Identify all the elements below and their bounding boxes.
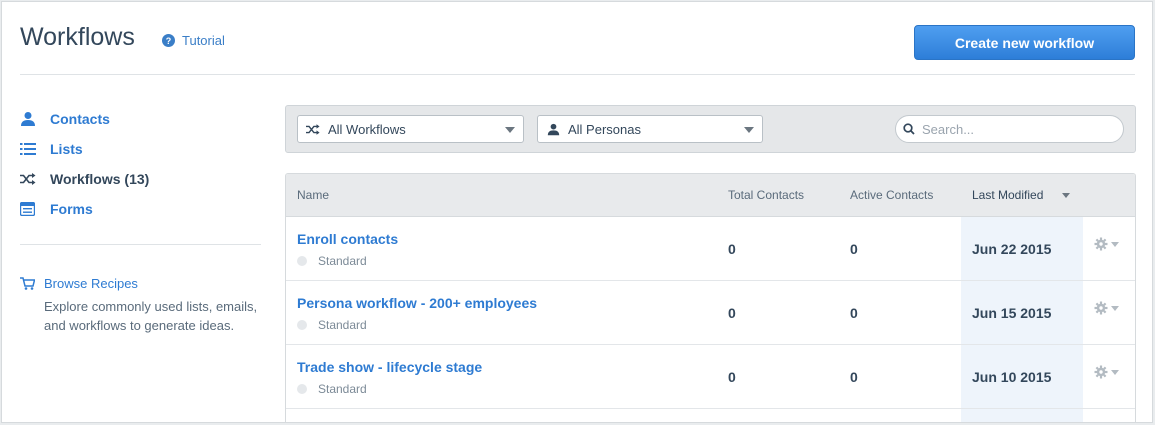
tutorial-link[interactable]: ? Tutorial	[162, 33, 225, 48]
row-actions-menu[interactable]	[1094, 365, 1119, 379]
gear-icon	[1094, 301, 1108, 315]
chevron-down-icon	[505, 127, 515, 133]
column-header-name[interactable]: Name	[297, 188, 329, 202]
active-contacts-value: 0	[850, 241, 858, 257]
column-header-total-contacts[interactable]: Total Contacts	[728, 188, 804, 202]
sidebar-item-workflows[interactable]: Workflows (13)	[20, 164, 262, 194]
workflow-type-label: Standard	[318, 318, 367, 332]
sidebar-divider	[20, 244, 261, 245]
sidebar-item-label: Forms	[50, 201, 93, 217]
tutorial-label: Tutorial	[182, 33, 225, 48]
workflow-filter-value: All Workflows	[328, 121, 406, 137]
column-header-last-modified[interactable]: Last Modified	[972, 188, 1043, 202]
app-window: Workflows ? Tutorial Create new workflow…	[1, 1, 1153, 423]
last-modified-value: Jun 15 2015	[972, 305, 1052, 321]
create-workflow-button[interactable]: Create new workflow	[914, 25, 1135, 60]
table-row: Persona workflow - 200+ employees Standa…	[286, 281, 1135, 345]
workflow-type: Standard	[297, 254, 367, 268]
workflows-table: Name Total Contacts Active Contacts Last…	[285, 173, 1136, 422]
workflow-name-link[interactable]: Trade show - lifecycle stage	[297, 359, 482, 375]
column-header-active-contacts[interactable]: Active Contacts	[850, 188, 933, 202]
table-row: Enroll contacts Standard 0 0 Jun 22 2015	[286, 217, 1135, 281]
total-contacts-value: 0	[728, 305, 736, 321]
table-row: Trade show - lifecycle stage Standard 0 …	[286, 345, 1135, 409]
search-box[interactable]	[895, 115, 1124, 143]
active-contacts-value: 0	[850, 305, 858, 321]
person-icon	[20, 111, 50, 127]
shuffle-icon	[298, 123, 328, 135]
sidebar-nav: Contacts Lists Workflows (13) Forms	[20, 104, 262, 224]
help-icon: ?	[162, 34, 175, 47]
workflow-type-label: Standard	[318, 382, 367, 396]
workflow-filter-select[interactable]: All Workflows	[297, 115, 524, 143]
chevron-down-icon	[1111, 369, 1119, 375]
table-header: Name Total Contacts Active Contacts Last…	[286, 174, 1135, 217]
active-contacts-value: 0	[850, 369, 858, 385]
sort-desc-icon[interactable]	[1062, 193, 1070, 198]
sidebar-item-label: Workflows (13)	[50, 171, 150, 187]
sidebar-item-label: Lists	[50, 141, 83, 157]
workflow-name-link[interactable]: Persona workflow - 200+ employees	[297, 295, 537, 311]
sidebar-item-forms[interactable]: Forms	[20, 194, 262, 224]
last-modified-value: Jun 10 2015	[972, 369, 1052, 385]
search-icon	[896, 123, 922, 135]
row-actions-menu[interactable]	[1094, 301, 1119, 315]
browse-recipes-label: Browse Recipes	[44, 276, 138, 291]
filter-bar: All Workflows All Personas	[285, 105, 1136, 153]
gear-icon	[1094, 365, 1108, 379]
row-actions-menu[interactable]	[1094, 237, 1119, 251]
search-input[interactable]	[922, 121, 1112, 137]
gear-icon	[1094, 237, 1108, 251]
list-icon	[20, 142, 50, 156]
shuffle-icon	[20, 173, 50, 185]
chevron-down-icon	[1111, 305, 1119, 311]
sidebar-item-lists[interactable]: Lists	[20, 134, 262, 164]
workflow-type: Standard	[297, 382, 367, 396]
chevron-down-icon	[1111, 241, 1119, 247]
workflow-type: Standard	[297, 318, 367, 332]
sidebar-item-contacts[interactable]: Contacts	[20, 104, 262, 134]
status-dot-icon	[297, 384, 307, 394]
status-dot-icon	[297, 320, 307, 330]
browse-recipes-description: Explore commonly used lists, emails, and…	[44, 299, 258, 333]
status-dot-icon	[297, 256, 307, 266]
total-contacts-value: 0	[728, 241, 736, 257]
form-icon	[20, 202, 50, 216]
browse-recipes-section: Browse Recipes Explore commonly used lis…	[20, 276, 265, 335]
person-icon	[538, 123, 568, 136]
persona-filter-select[interactable]: All Personas	[537, 115, 763, 143]
cart-icon	[20, 277, 44, 290]
total-contacts-value: 0	[728, 369, 736, 385]
page-title: Workflows	[20, 23, 135, 51]
sidebar-item-label: Contacts	[50, 111, 110, 127]
chevron-down-icon	[744, 127, 754, 133]
header-divider	[20, 74, 1135, 75]
workflow-name-link[interactable]: Enroll contacts	[297, 231, 398, 247]
workflow-type-label: Standard	[318, 254, 367, 268]
browse-recipes-link[interactable]: Browse Recipes	[20, 276, 265, 291]
last-modified-value: Jun 22 2015	[972, 241, 1052, 257]
persona-filter-value: All Personas	[568, 121, 641, 137]
